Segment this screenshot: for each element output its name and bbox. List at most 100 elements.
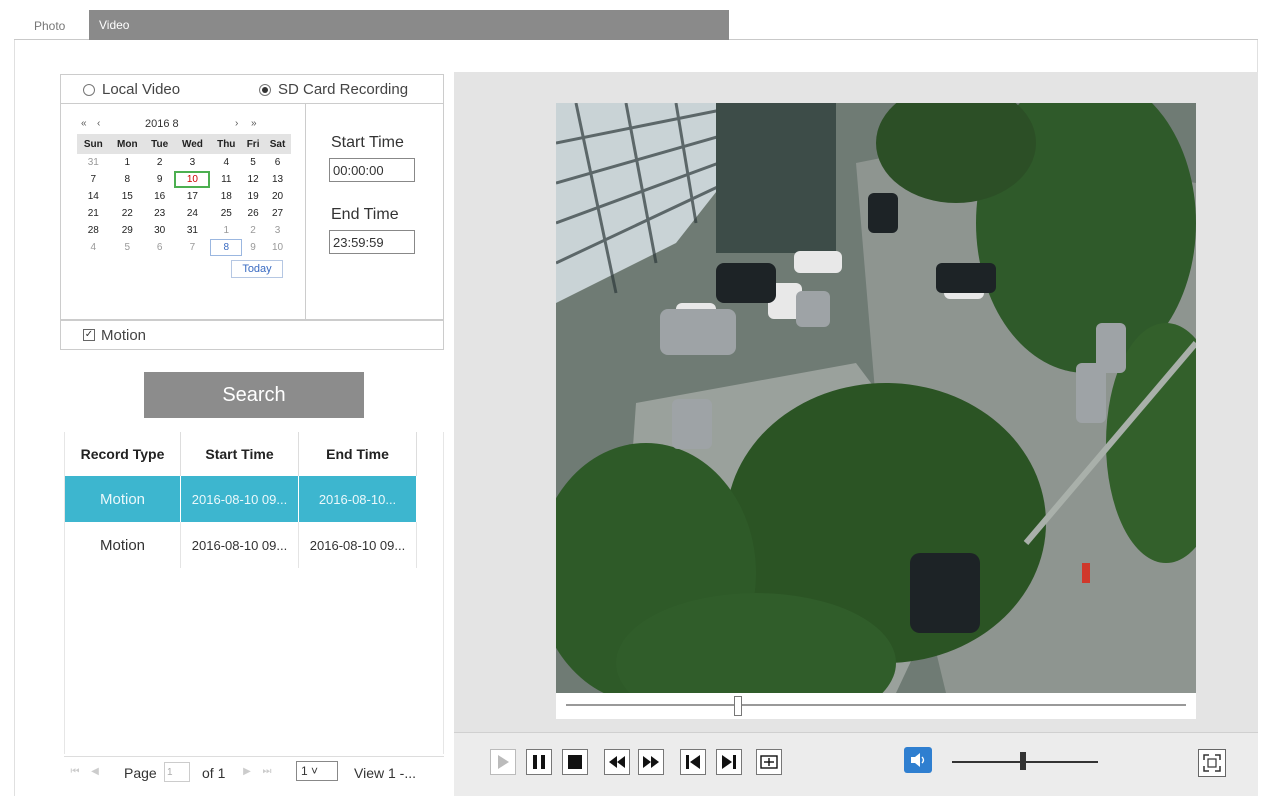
local-video-label: Local Video <box>102 81 181 98</box>
calendar-day[interactable]: 8 <box>110 171 145 188</box>
player-panel <box>454 72 1258 796</box>
table-row-selected[interactable]: Motion 2016-08-10 09... 2016-08-10... <box>65 476 417 522</box>
seek-handle[interactable] <box>734 696 742 716</box>
header-end-time[interactable]: End Time <box>299 432 417 476</box>
page-number-input[interactable] <box>164 762 190 782</box>
calendar-day[interactable]: 21 <box>77 205 110 222</box>
calendar-day[interactable]: 4 <box>77 239 110 256</box>
row-record-type: Motion <box>65 522 181 568</box>
calendar-day[interactable]: 4 <box>210 154 242 171</box>
seek-bar[interactable] <box>556 693 1196 719</box>
playback-page: Photo Video Local Video SD Card Recordin… <box>0 0 1262 796</box>
date-time-box: « ‹ 2016 8 › » Sun Mon Tue Wed Thu Fri Sat 31 1… <box>60 104 444 320</box>
last-page-icon[interactable]: ⏭ <box>260 765 274 779</box>
fullscreen-button[interactable] <box>1198 749 1226 777</box>
local-video-radio[interactable]: Local Video <box>83 81 180 98</box>
header-start-time[interactable]: Start Time <box>181 432 299 476</box>
weekday-header: Wed <box>174 134 211 154</box>
sd-card-radio[interactable]: SD Card Recording <box>259 81 408 98</box>
calendar-day[interactable]: 1 <box>110 154 145 171</box>
calendar-grid: Sun Mon Tue Wed Thu Fri Sat 31 1 2 3 4 5 6 7 8 9 10 11 12 1… <box>77 134 291 256</box>
calendar: « ‹ 2016 8 › » Sun Mon Tue Wed Thu Fri Sat 31 1… <box>77 116 291 278</box>
next-frame-button[interactable] <box>716 749 742 775</box>
calendar-day[interactable]: 23 <box>145 205 174 222</box>
chevron-down-icon: ˅ <box>311 764 319 778</box>
calendar-day[interactable]: 6 <box>145 239 174 256</box>
calendar-day[interactable]: 9 <box>145 171 174 188</box>
calendar-day[interactable]: 2 <box>242 222 264 239</box>
calendar-day[interactable]: 16 <box>145 188 174 205</box>
slow-down-button[interactable] <box>604 749 630 775</box>
calendar-day[interactable]: 1 <box>210 222 242 239</box>
prev-page-icon[interactable]: ◀ <box>88 765 102 779</box>
volume-button[interactable] <box>904 747 932 773</box>
calendar-day[interactable]: 11 <box>210 171 242 188</box>
calendar-day[interactable]: 19 <box>242 188 264 205</box>
calendar-day[interactable]: 10 <box>174 171 211 188</box>
page-count: of 1 <box>202 765 226 781</box>
stop-button[interactable] <box>562 749 588 775</box>
pause-button[interactable] <box>526 749 552 775</box>
calendar-day[interactable]: 7 <box>174 239 210 256</box>
calendar-day[interactable]: 22 <box>110 205 145 222</box>
calendar-day[interactable]: 17 <box>174 188 210 205</box>
speed-up-button[interactable] <box>638 749 664 775</box>
previous-frame-button[interactable] <box>680 749 706 775</box>
motion-checkbox[interactable]: ✓ <box>83 329 95 341</box>
calendar-day[interactable]: 6 <box>264 154 291 171</box>
calendar-day[interactable]: 31 <box>77 154 110 171</box>
calendar-day[interactable]: 5 <box>242 154 264 171</box>
first-page-icon[interactable]: ⏮ <box>68 765 82 779</box>
calendar-day[interactable]: 27 <box>264 205 291 222</box>
per-page-select[interactable]: 1 ˅ <box>296 761 338 781</box>
end-time-label: End Time <box>331 206 399 223</box>
calendar-day[interactable]: 15 <box>110 188 145 205</box>
video-frame[interactable] <box>556 103 1196 693</box>
rewind-icon <box>609 756 625 768</box>
today-button[interactable]: Today <box>231 260 283 278</box>
prev-month-icon[interactable]: ‹ <box>97 118 101 129</box>
calendar-day[interactable]: 3 <box>174 154 210 171</box>
prev-year-icon[interactable]: « <box>81 118 88 129</box>
calendar-day[interactable]: 10 <box>264 239 291 256</box>
start-time-input[interactable] <box>329 158 415 182</box>
row-record-type: Motion <box>65 476 181 522</box>
calendar-day[interactable]: 18 <box>210 188 242 205</box>
calendar-day[interactable]: 24 <box>174 205 210 222</box>
calendar-day[interactable]: 9 <box>242 239 264 256</box>
table-row[interactable]: Motion 2016-08-10 09... 2016-08-10 09... <box>65 522 417 568</box>
aspect-ratio-button[interactable] <box>756 749 782 775</box>
calendar-day[interactable]: 20 <box>264 188 291 205</box>
calendar-day[interactable]: 28 <box>77 222 110 239</box>
next-month-icon[interactable]: › <box>235 118 239 129</box>
search-button[interactable]: Search <box>144 372 364 418</box>
tab-photo[interactable]: Photo <box>24 12 75 40</box>
weekday-header: Sat <box>264 134 291 154</box>
calendar-day[interactable]: 26 <box>242 205 264 222</box>
tab-video[interactable]: Video <box>89 10 729 40</box>
calendar-day[interactable]: 14 <box>77 188 110 205</box>
header-record-type[interactable]: Record Type <box>65 432 181 476</box>
volume-handle[interactable] <box>1020 752 1026 770</box>
calendar-day[interactable]: 3 <box>264 222 291 239</box>
weekday-header: Tue <box>144 134 175 154</box>
calendar-day[interactable]: 25 <box>210 205 242 222</box>
calendar-day[interactable]: 30 <box>145 222 174 239</box>
radio-dot-selected <box>259 83 271 96</box>
calendar-day[interactable]: 2 <box>145 154 174 171</box>
calendar-day[interactable]: 31 <box>174 222 210 239</box>
aspect-ratio-icon <box>760 755 778 769</box>
weekday-header: Mon <box>109 134 145 154</box>
end-time-input[interactable] <box>329 230 415 254</box>
calendar-day[interactable]: 12 <box>242 171 264 188</box>
calendar-day[interactable]: 29 <box>110 222 145 239</box>
calendar-day[interactable]: 13 <box>264 171 291 188</box>
play-button[interactable] <box>490 749 516 775</box>
next-page-icon[interactable]: ▶ <box>240 765 254 779</box>
calendar-day[interactable]: 7 <box>77 171 110 188</box>
calendar-day[interactable]: 8 <box>210 239 243 256</box>
results-header: Record Type Start Time End Time <box>65 432 417 476</box>
calendar-day[interactable]: 5 <box>110 239 145 256</box>
page-label: Page <box>124 765 157 781</box>
next-year-icon[interactable]: » <box>251 118 258 129</box>
